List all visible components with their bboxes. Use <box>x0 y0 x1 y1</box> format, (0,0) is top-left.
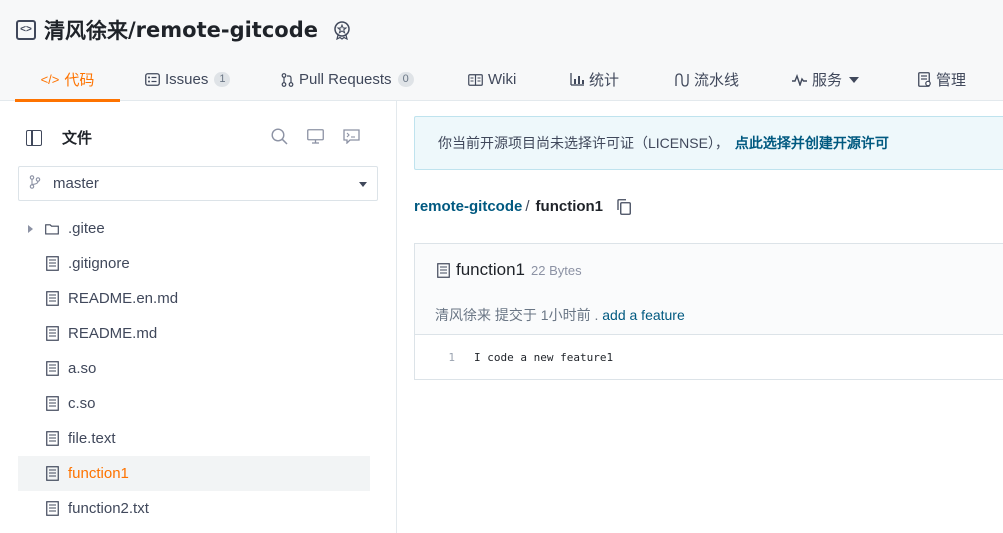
manage-icon <box>918 72 931 87</box>
copy-path-icon[interactable] <box>617 198 631 215</box>
branch-name: master <box>53 175 99 192</box>
folder-icon <box>45 221 59 236</box>
branch-dropdown-caret-icon <box>359 182 367 187</box>
commit-meta: 清风徐来 提交于 1小时前 . <box>435 307 599 323</box>
commit-message-link[interactable]: add a feature <box>602 307 685 323</box>
tree-item-file[interactable]: .gitignore <box>18 246 370 281</box>
pull-requests-count-badge: 0 <box>397 72 414 87</box>
file-size: 22 Bytes <box>531 262 582 278</box>
repo-name-link[interactable]: remote-gitcode <box>136 18 318 42</box>
tab-code[interactable]: </> 代码 <box>15 58 120 102</box>
tab-pipeline-label: 流水线 <box>694 72 740 89</box>
create-license-link[interactable]: 点此选择并创建开源许可 <box>735 133 889 153</box>
tree-item-file[interactable]: a.so <box>18 351 370 386</box>
license-notice-text: 你当前开源项目尚未选择许可证（LICENSE）， <box>438 135 729 151</box>
branch-icon <box>29 175 43 192</box>
tree-item-file-selected[interactable]: function1 <box>18 456 370 491</box>
breadcrumb: remote-gitcode / function1 <box>414 198 631 215</box>
tab-stats-label: 统计 <box>589 72 620 89</box>
wiki-icon <box>468 73 483 86</box>
recommend-badge-icon[interactable] <box>332 20 352 40</box>
service-dropdown-caret-icon <box>849 76 860 83</box>
tree-item-file[interactable]: README.en.md <box>18 281 370 316</box>
tree-item-file[interactable]: c.so <box>18 386 370 421</box>
service-icon <box>792 73 807 86</box>
repo-title: <> 清风徐来 / remote-gitcode <box>16 14 352 46</box>
tab-stats[interactable]: 统计 <box>570 58 619 101</box>
file-tree: .gitee .gitignore README.en.md README.md… <box>18 211 370 526</box>
tree-item-file[interactable]: README.md <box>18 316 370 351</box>
file-name: function1 <box>456 260 525 279</box>
file-icon <box>45 431 59 446</box>
tree-item-label: README.md <box>68 325 158 342</box>
tree-item-label: README.en.md <box>68 290 179 307</box>
tree-item-folder[interactable]: .gitee <box>18 211 370 246</box>
tab-pull-requests[interactable]: Pull Requests 0 <box>281 58 414 101</box>
breadcrumb-file: function1 <box>535 198 604 215</box>
file-icon <box>45 396 59 411</box>
expand-arrow-icon[interactable] <box>28 224 33 233</box>
repo-owner-link[interactable]: 清风徐来 <box>44 15 128 45</box>
tab-manage-label: 管理 <box>936 72 967 89</box>
sidebar-header: 文件 <box>26 127 92 148</box>
file-viewer-title: function1 22 Bytes <box>436 260 582 280</box>
sidebar-title: 文件 <box>62 130 93 147</box>
last-commit-info: 清风徐来 提交于 1小时前 . add a feature <box>435 305 685 325</box>
tree-item-label: .gitee <box>68 220 105 237</box>
tab-issues-label: Issues <box>165 71 209 88</box>
tree-item-label: file.text <box>68 430 116 447</box>
file-icon <box>45 256 59 271</box>
code-line: 1 I code a new feature1 <box>415 345 1003 369</box>
tab-service-label: 服务 <box>812 72 843 89</box>
code-icon: </> <box>40 72 60 87</box>
breadcrumb-repo-link[interactable]: remote-gitcode <box>414 198 522 215</box>
tree-item-file[interactable]: function2.txt <box>18 491 370 526</box>
breadcrumb-separator: / <box>525 198 530 215</box>
file-icon <box>45 361 59 376</box>
line-number[interactable]: 1 <box>415 351 455 364</box>
tree-item-label: function1 <box>68 465 129 482</box>
file-viewer-header: function1 22 Bytes 清风徐来 提交于 1小时前 . add a… <box>415 244 1003 335</box>
file-icon <box>436 262 450 278</box>
tree-item-label: c.so <box>68 395 96 412</box>
tab-issues[interactable]: Issues 1 <box>145 58 231 101</box>
tab-pull-requests-label: Pull Requests <box>299 71 392 88</box>
pipeline-icon <box>674 72 689 87</box>
tab-code-label: 代码 <box>64 72 95 89</box>
file-icon <box>45 466 59 481</box>
tree-item-label: a.so <box>68 360 97 377</box>
issues-count-badge: 1 <box>214 72 231 87</box>
repo-header: <> 清风徐来 / remote-gitcode </> 代码 Issues 1… <box>0 0 1003 102</box>
repo-code-icon: <> <box>16 20 36 40</box>
file-sidebar: 文件 master .gitee .gitignore README.en.md… <box>0 101 397 533</box>
pull-request-icon <box>281 72 294 87</box>
license-notice: 你当前开源项目尚未选择许可证（LICENSE）， 点此选择并创建开源许可 <box>414 116 1003 170</box>
terminal-icon[interactable] <box>342 127 360 145</box>
file-icon <box>45 291 59 306</box>
tab-wiki-label: Wiki <box>488 71 517 88</box>
stats-icon <box>570 73 584 86</box>
line-code: I code a new feature1 <box>474 350 614 364</box>
tree-item-label: function2.txt <box>68 500 149 517</box>
issues-icon <box>145 73 160 86</box>
tree-item-label: .gitignore <box>68 255 130 272</box>
search-icon[interactable] <box>270 127 288 145</box>
tab-wiki[interactable]: Wiki <box>468 58 516 101</box>
tree-item-file[interactable]: file.text <box>18 421 370 456</box>
tab-service[interactable]: 服务 <box>792 58 860 101</box>
repo-title-separator: / <box>128 18 136 42</box>
tab-manage[interactable]: 管理 <box>918 58 966 101</box>
file-icon <box>45 501 59 516</box>
branch-select[interactable]: master <box>18 166 378 201</box>
file-icon <box>45 326 59 341</box>
monitor-icon[interactable] <box>306 127 324 145</box>
file-viewer: function1 22 Bytes 清风徐来 提交于 1小时前 . add a… <box>414 243 1003 380</box>
collapse-panel-icon[interactable] <box>26 129 42 146</box>
tab-pipeline[interactable]: 流水线 <box>674 58 739 101</box>
sidebar-tools <box>270 127 360 145</box>
